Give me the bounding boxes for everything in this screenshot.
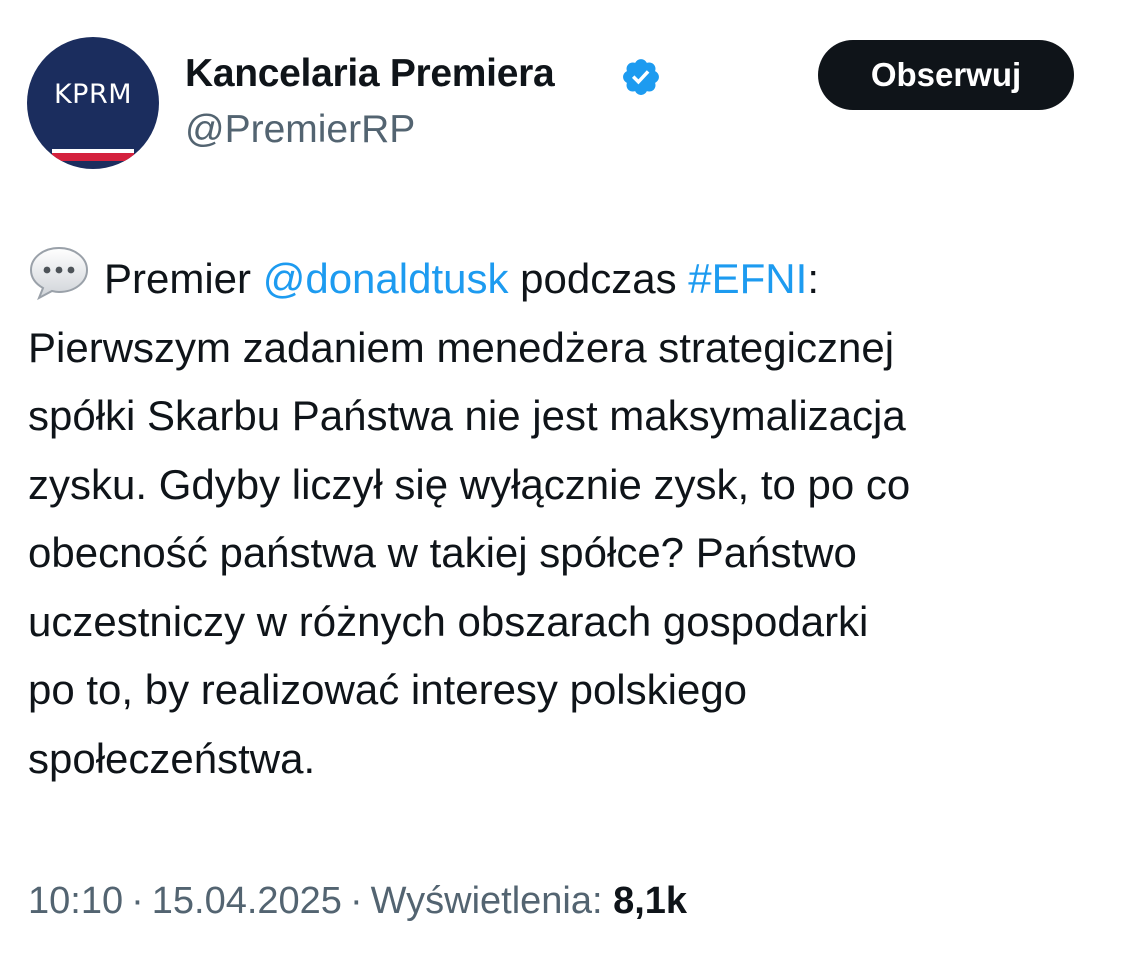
tweet-meta: 10:10 · 15.04.2025 · Wyświetlenia: 8,1k: [28, 880, 687, 923]
tweet-line-5: obecność państwa w takiej spółce? Państw…: [28, 529, 857, 576]
hashtag-link[interactable]: #EFNI: [688, 255, 807, 302]
meta-separator: ·: [349, 880, 363, 922]
mention-link[interactable]: @donaldtusk: [263, 255, 509, 302]
avatar-flag-red-stripe: [52, 153, 134, 161]
verified-badge-icon: [623, 59, 659, 95]
tweet-line-1: Premier @donaldtusk podczas #EFNI:: [28, 245, 1103, 314]
meta-separator: ·: [131, 880, 144, 922]
tweet-line-4: zysku. Gdyby liczył się wyłącznie zysk, …: [28, 460, 911, 508]
speech-balloon-icon: [29, 246, 89, 301]
tweet-prefix: Premier: [104, 255, 263, 302]
tweet-date[interactable]: 15.04.2025: [152, 880, 342, 922]
follow-button[interactable]: Obserwuj: [818, 40, 1074, 110]
tweet-middle: podczas: [508, 255, 689, 302]
tweet-line-3: spółki Skarbu Państwa nie jest maksymali…: [28, 392, 906, 439]
tweet-line-7: po to, by realizować interesy polskiego: [28, 666, 748, 713]
author-handle[interactable]: @PremierRP: [185, 108, 415, 152]
tweet-colon: :: [807, 255, 819, 302]
author-display-name[interactable]: Kancelaria Premiera: [185, 52, 555, 96]
tweet-line-2: Pierwszym zadaniem menedżera strategiczn…: [28, 323, 895, 371]
tweet-line-6: uczestniczy w różnych obszarach gospodar…: [28, 597, 869, 645]
tweet-line-8: społeczeństwa.: [28, 734, 316, 782]
views-count: 8,1k: [613, 880, 688, 922]
avatar-logo-text: KPRM: [53, 79, 133, 110]
tweet-text: Premier @donaldtusk podczas #EFNI: Pierw…: [28, 245, 1103, 793]
avatar[interactable]: KPRM: [27, 37, 159, 169]
tweet-time[interactable]: 10:10: [28, 880, 123, 922]
views-label: Wyświetlenia:: [370, 880, 603, 922]
